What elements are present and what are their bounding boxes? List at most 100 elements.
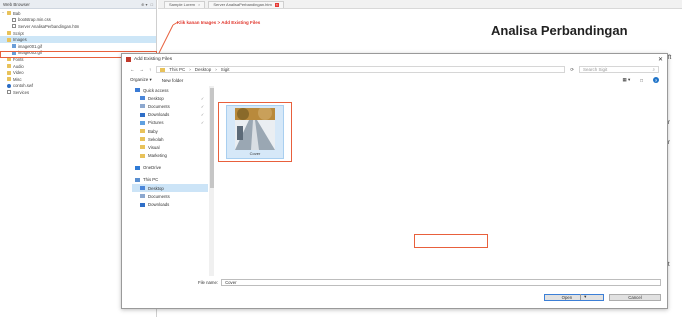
pin-icon[interactable]: ⊕ ▾ (141, 2, 147, 7)
open-button[interactable]: Open ▾ (544, 293, 604, 301)
close-icon[interactable]: × (198, 2, 200, 7)
file-name-label: Cover (249, 151, 261, 156)
nav-item[interactable]: Downloads ✓ (132, 111, 208, 119)
folder-icon (140, 153, 145, 158)
nav-item[interactable]: Desktop (132, 184, 208, 193)
tree-item-label: image001.gif (18, 43, 42, 49)
folder-icon (160, 67, 166, 72)
page-heading: Analisa Perbandingan (491, 23, 628, 38)
nav-item-label: Quick access (143, 87, 169, 93)
nav-item-label: This PC (143, 177, 159, 183)
close-icon[interactable]: ✕ (658, 56, 663, 63)
tab-analisa[interactable]: Server AnalisaPerbandingan.htm × (208, 0, 284, 8)
breadcrumb-item[interactable]: Desktop (195, 67, 212, 72)
help-icon[interactable]: ? (653, 77, 659, 83)
tree-item[interactable]: − Bab (0, 10, 156, 17)
tree-item-label: bootstrap.min.css (18, 17, 51, 23)
preview-pane-icon[interactable]: □ (640, 78, 643, 83)
nav-item-label: Documents (148, 193, 170, 199)
forward-icon[interactable]: → (140, 67, 145, 72)
nav-item-label: Visual (148, 144, 160, 150)
tab-bar: Sample Lorem × Server AnalisaPerbandinga… (158, 0, 682, 9)
app-icon (126, 56, 131, 62)
expand-toggle-icon[interactable]: − (2, 11, 5, 15)
tree-item-label: Bab (13, 10, 21, 16)
tree-item-label: Services (13, 89, 30, 95)
folder-icon (7, 31, 11, 36)
folder-icon (140, 129, 145, 134)
nav-item-label: OneDrive (143, 165, 162, 171)
doc-icon (140, 194, 145, 199)
nav-item[interactable]: OneDrive (132, 164, 208, 172)
nav-item[interactable]: Downloads (132, 200, 208, 208)
organize-button[interactable]: Organize ▾ (130, 77, 152, 83)
cancel-button[interactable]: Cancel (609, 293, 661, 301)
cover-thumbnail (235, 108, 275, 150)
search-placeholder: Search Sigit (583, 67, 608, 72)
nav-scrollbar[interactable] (209, 86, 214, 276)
nav-item[interactable]: Sekolah (132, 135, 208, 143)
file-name-field[interactable]: Cover (221, 279, 661, 286)
tree-item-label: Script (13, 30, 24, 36)
pin-icon: ✓ (200, 104, 204, 109)
chevron-down-icon[interactable]: ▾ (580, 294, 586, 300)
img-icon (12, 44, 16, 49)
down-icon (140, 202, 145, 207)
file-name-field-label: File name: (198, 280, 219, 285)
tree-item[interactable]: Script (0, 30, 156, 37)
open-label: Open (561, 294, 573, 300)
tree-item-label: Video (13, 70, 24, 76)
search-input[interactable]: Search Sigit ⌕ (579, 66, 659, 73)
nav-item[interactable]: Visual (132, 143, 208, 151)
tree-item-label: Server AnalisaPerbandingan.htm (18, 23, 80, 29)
file-name-value: Cover (225, 280, 237, 285)
breadcrumb-item[interactable]: Sigit (221, 67, 230, 72)
nav-item[interactable]: Marketing (132, 152, 208, 160)
refresh-icon[interactable]: ⟳ (570, 67, 574, 73)
file-name-row: File name: Cover (198, 279, 661, 286)
pane-title: Web Browser (3, 1, 30, 7)
nav-item-label: Downloads (148, 202, 170, 208)
down-icon (140, 112, 145, 117)
blue-icon (140, 96, 145, 101)
page-text-fragment: r (668, 120, 670, 126)
nav-item[interactable]: Documents ✓ (132, 102, 208, 110)
file-item-cover[interactable]: Cover (218, 102, 292, 162)
breadcrumb-item[interactable]: This PC (169, 67, 185, 72)
nav-item[interactable]: Documents (132, 192, 208, 200)
nav-item-label: Baby (148, 128, 158, 134)
nav-item-label: Marketing (148, 153, 167, 159)
nav-item[interactable]: Quick access (132, 86, 208, 94)
command-bar: Organize ▾ New folder ▦ ▾ □ ? (122, 75, 667, 85)
breadcrumb[interactable]: This PC › Desktop › Sigit (156, 66, 566, 73)
dialog-footer: File name: Cover Open ▾ Cancel (122, 276, 667, 310)
folder-icon (7, 57, 11, 62)
nav-item[interactable]: This PC (132, 176, 208, 184)
folder-icon (7, 11, 11, 16)
new-folder-button[interactable]: New folder (162, 78, 184, 83)
tab-sample[interactable]: Sample Lorem × (164, 0, 206, 8)
nav-item[interactable]: Desktop ✓ (132, 94, 208, 102)
tree-item[interactable]: bootstrap.min.css (0, 17, 156, 24)
tree-item[interactable]: Images (0, 36, 156, 43)
pin-icon: ✓ (200, 113, 204, 118)
file-item-selected[interactable]: Cover (226, 105, 284, 159)
close-icon[interactable]: × (274, 2, 279, 7)
tree-item[interactable]: Server AnalisaPerbandingan.htm (0, 23, 156, 30)
tree-item[interactable]: image001.gif (0, 43, 156, 50)
annotation-images: Klik kanan Images > Add Existing Files (177, 20, 261, 25)
nav-item[interactable]: Pictures ✓ (132, 119, 208, 127)
file-icon (12, 24, 16, 29)
scrollbar-thumb[interactable] (209, 88, 214, 188)
folder-icon (7, 37, 11, 42)
back-icon[interactable]: ← (130, 67, 135, 72)
nav-item[interactable]: Baby (132, 127, 208, 135)
nav-item-label: Downloads (148, 112, 170, 118)
pane-titlebar: Web Browser ⊕ ▾ □ (0, 0, 156, 9)
view-options-icon[interactable]: ▦ ▾ (623, 77, 631, 83)
nav-item-label: Desktop (148, 185, 164, 191)
up-icon[interactable]: ↑ (149, 67, 151, 72)
pin-icon: ✓ (200, 96, 204, 101)
pane-close-icon[interactable]: □ (151, 2, 153, 7)
blue-icon (140, 186, 145, 191)
